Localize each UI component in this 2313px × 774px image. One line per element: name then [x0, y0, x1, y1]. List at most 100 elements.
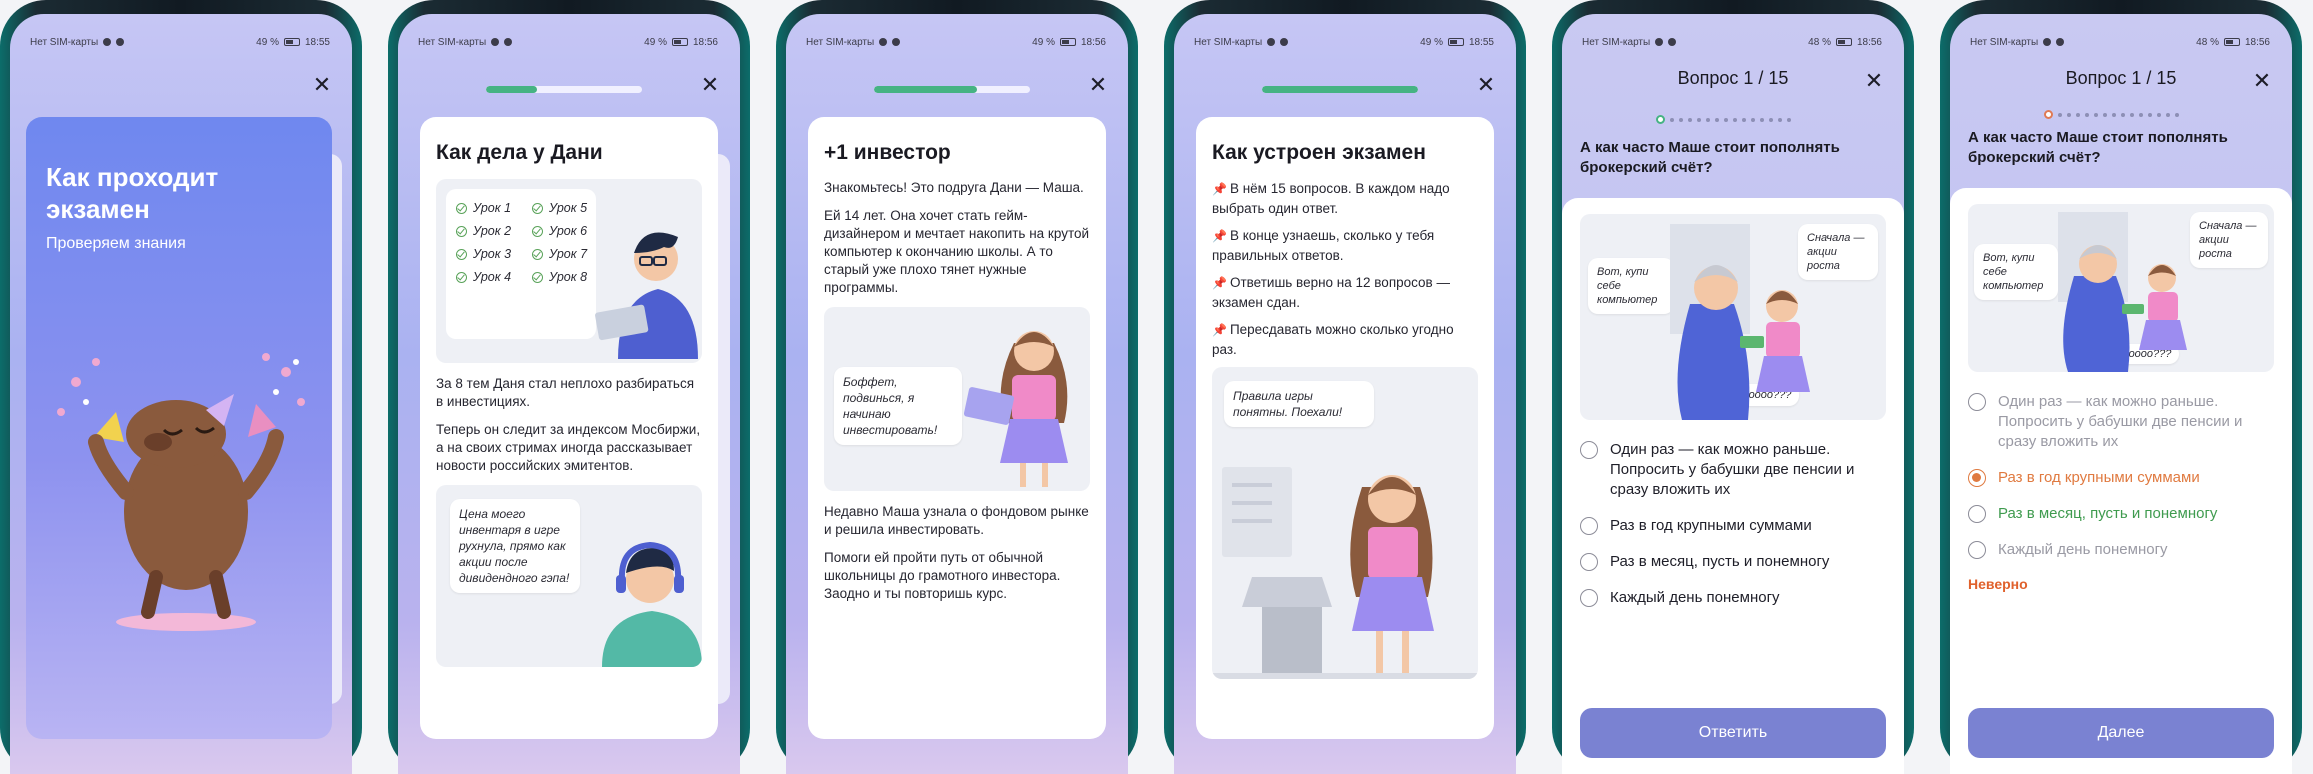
close-icon[interactable]: ✕ [698, 74, 722, 98]
question-dot[interactable] [2175, 112, 2179, 117]
lesson-label: Урок 5 [549, 201, 588, 215]
question-dot[interactable] [2103, 112, 2107, 117]
question-dot-wrong[interactable] [2044, 110, 2053, 119]
question-dot[interactable] [2112, 112, 2116, 117]
story-progress [874, 86, 1030, 93]
status-bar: Нет SIM-карты 49 % 18:55 [1194, 34, 1494, 50]
question-dot[interactable] [2058, 112, 2062, 117]
story-progress-fill [874, 86, 977, 93]
question-dot[interactable] [1778, 117, 1782, 122]
radio-button[interactable] [1968, 505, 1986, 523]
question-dot-current[interactable] [1656, 115, 1665, 124]
answer-label: Каждый день понемногу [1610, 589, 1780, 606]
answer-option[interactable]: Один раз — как можно раньше. Попросить у… [1580, 440, 1886, 500]
screen-investor: Нет SIM-карты 49 % 18:56 ✕ +1 инвестор Зн… [786, 14, 1128, 774]
radio-button[interactable] [1580, 553, 1598, 571]
question-dot[interactable] [2067, 112, 2071, 117]
onboarding-screens: Нет SIM-карты 49 % 18:55 ✕ Как проходит э… [0, 0, 2313, 774]
story-progress-fill [486, 86, 538, 93]
question-dot[interactable] [1787, 117, 1791, 122]
answer-label: Раз в год крупными суммами [1610, 517, 1812, 534]
question-dot[interactable] [2076, 112, 2080, 117]
close-icon[interactable]: ✕ [310, 74, 334, 98]
radio-button[interactable] [1580, 589, 1598, 607]
question-dot[interactable] [2157, 112, 2161, 117]
question-dot[interactable] [2148, 112, 2152, 117]
lesson-label: Урок 4 [473, 270, 512, 284]
answer-option[interactable]: Каждый день понемногу [1968, 540, 2274, 560]
close-icon[interactable]: ✕ [1086, 74, 1110, 98]
status-bar: Нет SIM-карты 49 % 18:56 [418, 34, 718, 50]
answer-option[interactable]: Каждый день понемногу [1580, 588, 1886, 608]
radio-button[interactable] [1580, 441, 1598, 459]
question-dot[interactable] [1751, 117, 1755, 122]
question-dot[interactable] [1715, 117, 1719, 122]
pin-icon: 📌 [1212, 323, 1227, 337]
next-button[interactable]: Далее [1968, 708, 2274, 758]
paragraph: Недавно Маша узнала о фондовом рынке и р… [824, 504, 1089, 537]
clock: 18:55 [1468, 36, 1494, 48]
phone-2: Нет SIM-карты 49 % 18:56 ✕ Как дела у Дан… [388, 0, 750, 774]
sim-icon [2043, 38, 2052, 46]
speech-bubble: Цена моего инвентаря в игре рухнула, пря… [450, 499, 580, 593]
answer-option[interactable]: Раз в год крупными суммами [1580, 516, 1886, 536]
question-dot[interactable] [2139, 112, 2143, 117]
clock: 18:55 [304, 36, 330, 48]
wifi-icon [116, 38, 125, 46]
question-dot[interactable] [1733, 117, 1737, 122]
close-icon[interactable]: ✕ [1862, 70, 1886, 94]
answer-option-selected-wrong[interactable]: Раз в год крупными суммами [1968, 468, 2274, 488]
battery-label: 49 % [644, 36, 667, 48]
question-dot[interactable] [1706, 117, 1710, 122]
close-icon[interactable]: ✕ [1474, 74, 1498, 98]
radio-button[interactable] [1968, 541, 1986, 559]
answer-option[interactable]: Раз в месяц, пусть и понемногу [1580, 552, 1886, 572]
answer-label: Раз в месяц, пусть и понемногу [1998, 505, 2218, 522]
phone-4: Нет SIM-карты 49 % 18:55 ✕ Как устроен эк… [1164, 0, 1526, 774]
question-dot[interactable] [1760, 117, 1764, 122]
lessons-list: Урок 1 Урок 5 Урок 2 Урок 6 Урок 3 Урок … [456, 201, 606, 284]
carrier-label: Нет SIM-карты [30, 36, 99, 48]
intro-subtitle: Проверяем знания [46, 235, 186, 252]
paragraph: Теперь он следит за индексом Мосбиржи, а… [436, 422, 701, 473]
question-dot[interactable] [1697, 117, 1701, 122]
question-dot[interactable] [1670, 117, 1674, 122]
question-dot[interactable] [1688, 117, 1692, 122]
question-dot[interactable] [2121, 112, 2125, 117]
check-icon [532, 271, 543, 283]
story-progress-fill [1262, 86, 1418, 93]
question-dot[interactable] [1679, 117, 1683, 122]
rule-text: Пересдавать можно сколько угодно раз. [1212, 322, 1454, 357]
story-progress [1262, 86, 1418, 93]
card-title: +1 инвестор [824, 141, 951, 164]
question-dot[interactable] [1742, 117, 1746, 122]
lesson-label: Урок 1 [473, 201, 512, 215]
radio-button[interactable] [1580, 517, 1598, 535]
submit-button[interactable]: Ответить [1580, 708, 1886, 758]
question-dot[interactable] [2094, 112, 2098, 117]
phone-5: Нет SIM-карты 48 % 18:56 Вопрос 1 / 15 ✕ [1552, 0, 1914, 774]
check-icon [456, 248, 467, 260]
check-icon [456, 225, 467, 237]
rule-item: 📌 В нём 15 вопросов. В каждом надо выбрат… [1212, 179, 1478, 218]
answer-option[interactable]: Один раз — как можно раньше. Попросить у… [1968, 392, 2274, 452]
gamer-illustration: Цена моего инвентаря в игре рухнула, пря… [436, 485, 702, 667]
question-dots [1656, 115, 1791, 124]
question-dot[interactable] [1724, 117, 1728, 122]
question-dot[interactable] [2166, 112, 2170, 117]
check-icon [532, 202, 543, 214]
story-card: Как устроен экзамен 📌 В нём 15 вопросов. … [1196, 117, 1494, 739]
intro-card: Как проходит экзамен Проверяем знания [26, 117, 332, 739]
answer-option-correct[interactable]: Раз в месяц, пусть и понемногу [1968, 504, 2274, 524]
story-card: +1 инвестор Знакомьтесь! Это подруга Дан… [808, 117, 1106, 739]
question-dot[interactable] [1769, 117, 1773, 122]
question-dot[interactable] [2085, 112, 2089, 117]
radio-button-selected[interactable] [1968, 469, 1986, 487]
close-icon[interactable]: ✕ [2250, 70, 2274, 94]
carrier-label: Нет SIM-карты [1970, 36, 2039, 48]
lessons-illustration: Урок 1 Урок 5 Урок 2 Урок 6 Урок 3 Урок … [436, 179, 702, 363]
rule-text: Ответишь верно на 12 вопросов — экзамен … [1212, 275, 1450, 310]
question-dot[interactable] [2130, 112, 2134, 117]
radio-button[interactable] [1968, 393, 1986, 411]
check-icon [532, 225, 543, 237]
